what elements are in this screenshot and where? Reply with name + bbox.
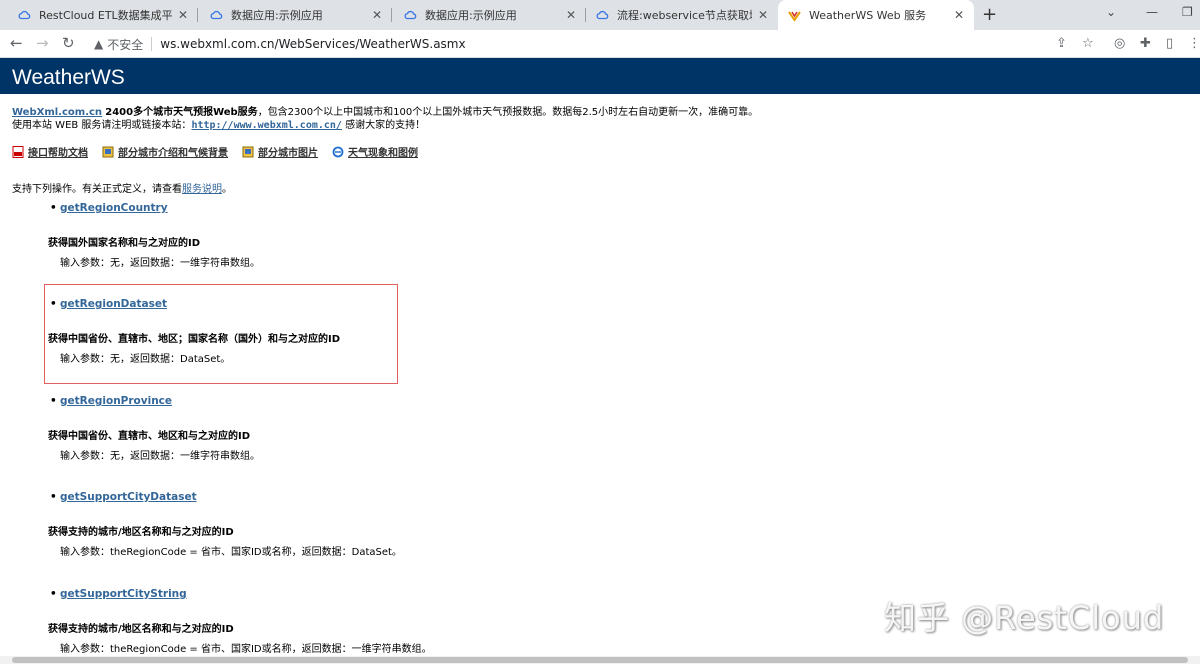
link-city-intro[interactable]: 部分城市介绍和气候背景 [102, 144, 228, 159]
link-weather-legend[interactable]: 天气现象和图例 [332, 144, 418, 159]
operation-link-getSupportCityDataset[interactable]: getSupportCityDataset [50, 491, 197, 503]
sidebar-icon[interactable]: ▯ [1166, 36, 1173, 51]
link-label[interactable]: 部分城市介绍和气候背景 [118, 144, 228, 159]
intro-line2-suffix: 感谢大家的支持！ [341, 120, 426, 131]
tab-title: WeatherWS Web 服务 [809, 9, 927, 22]
support-prefix: 支持下列操作。有关正式定义，请查看 [12, 184, 182, 195]
operation-title: 获得中国省份、直辖市、地区和与之对应的ID [48, 431, 251, 442]
cloud-icon [404, 9, 417, 22]
address-bar: ← → ↻ ▲ 不安全 ws.webxml.com.cn/WebServices… [0, 30, 1200, 58]
link-label[interactable]: 接口帮助文档 [28, 144, 88, 159]
operation-link-getSupportCityString[interactable]: getSupportCityString [50, 588, 187, 600]
tab-title: 数据应用:示例应用 [425, 9, 517, 22]
extension-circle-icon[interactable]: ◎ [1114, 36, 1125, 51]
new-tab-button[interactable]: + [982, 4, 997, 25]
close-tab-icon[interactable]: ✕ [372, 8, 382, 22]
cloud-icon [18, 9, 31, 22]
weather-icon [788, 9, 801, 22]
restore-icon[interactable]: ❐ [1182, 5, 1193, 19]
share-icon[interactable]: ⇪ [1056, 36, 1067, 51]
intro-text: WebXml.com.cn 2400多个城市天气预报Web服务，包含2300个以… [12, 106, 1192, 132]
support-line: 支持下列操作。有关正式定义，请查看服务说明。 [12, 180, 232, 195]
webxml-url-link[interactable]: http://www.webxml.com.cn/ [191, 120, 342, 131]
puzzle-icon[interactable]: ✚ [1140, 36, 1151, 51]
back-icon[interactable]: ← [10, 34, 23, 52]
watermark: 知乎 @RestCloud [884, 599, 1165, 637]
link-label[interactable]: 天气现象和图例 [348, 144, 418, 159]
operation-link-getRegionCountry[interactable]: getRegionCountry [50, 202, 168, 214]
close-tab-icon[interactable]: ✕ [758, 8, 768, 22]
tab-title: 流程:webservice节点获取城市列 [617, 9, 752, 22]
book-icon [102, 146, 114, 158]
cloud-icon [596, 9, 609, 22]
url-text[interactable]: ws.webxml.com.cn/WebServices/WeatherWS.a… [160, 37, 465, 51]
service-description-link[interactable]: 服务说明 [182, 184, 222, 195]
highlight-box [44, 284, 398, 384]
resource-links: 接口帮助文档 部分城市介绍和气候背景 部分城市图片 天气现象和图例 [12, 144, 432, 159]
star-icon[interactable]: ☆ [1082, 36, 1094, 51]
tab-data-app-1[interactable]: 数据应用:示例应用 ✕ [200, 0, 392, 30]
page-content: WebXml.com.cn 2400多个城市天气预报Web服务，包含2300个以… [12, 106, 1192, 655]
omnibox[interactable]: ▲ 不安全 ws.webxml.com.cn/WebServices/Weath… [88, 33, 1108, 55]
book-icon [242, 146, 254, 158]
cloud-icon [210, 9, 223, 22]
page-title: WeatherWS [12, 66, 125, 89]
scrollbar-thumb[interactable] [12, 657, 1188, 663]
intro-line2-prefix: 使用本站 WEB 服务请注明或链接本站： [12, 120, 192, 131]
intro-headline: 2400多个城市天气预报Web服务 [105, 107, 258, 118]
operation-desc: 输入参数：无，返回数据：一维字符串数组。 [60, 451, 260, 462]
tab-process-webservice[interactable]: 流程:webservice节点获取城市列 ✕ [586, 0, 778, 30]
operation-title: 获得支持的城市/地区名称和与之对应的ID [48, 624, 234, 635]
tab-weatherws[interactable]: WeatherWS Web 服务 ✕ [778, 0, 974, 30]
minimize-icon[interactable]: — [1146, 5, 1158, 19]
support-suffix: 。 [222, 184, 232, 195]
chevron-down-icon[interactable]: ⌄ [1106, 5, 1116, 19]
pdf-icon [12, 145, 24, 158]
close-tab-icon[interactable]: ✕ [566, 8, 576, 22]
close-tab-icon[interactable]: ✕ [178, 8, 188, 22]
tab-bar: RestCloud ETL数据集成平台 ✕ 数据应用:示例应用 ✕ 数据应用:示… [0, 0, 1200, 30]
operation-link-getRegionProvince[interactable]: getRegionProvince [50, 395, 172, 407]
tab-title: RestCloud ETL数据集成平台 [39, 9, 172, 22]
tab-title: 数据应用:示例应用 [231, 9, 323, 22]
site-link[interactable]: WebXml.com.cn [12, 107, 102, 118]
operation-desc: 输入参数：无，返回数据：一维字符串数组。 [60, 258, 260, 269]
operation-title: 获得支持的城市/地区名称和与之对应的ID [48, 527, 234, 538]
page-banner: WeatherWS [0, 58, 1200, 94]
close-tab-icon[interactable]: ✕ [954, 8, 964, 22]
reload-icon[interactable]: ↻ [62, 34, 75, 52]
intro-text-1: ，包含2300个以上中国城市和100个以上国外城市天气预报数据。数据每2.5小时… [257, 107, 759, 118]
warning-icon[interactable]: ▲ [94, 37, 103, 51]
operation-desc: 输入参数：theRegionCode = 省市、国家ID或名称，返回数据：一维字… [60, 644, 432, 655]
link-city-images[interactable]: 部分城市图片 [242, 144, 318, 159]
forward-icon[interactable]: → [36, 34, 49, 52]
link-label[interactable]: 部分城市图片 [258, 144, 318, 159]
tab-restcloud-etl[interactable]: RestCloud ETL数据集成平台 ✕ [8, 0, 198, 30]
horizontal-scrollbar[interactable] [0, 656, 1200, 664]
ie-icon [332, 146, 344, 158]
tab-data-app-2[interactable]: 数据应用:示例应用 ✕ [394, 0, 586, 30]
link-help-doc[interactable]: 接口帮助文档 [12, 144, 88, 159]
security-label[interactable]: 不安全 [107, 36, 143, 53]
menu-icon[interactable]: ⋮ [1188, 36, 1200, 51]
operation-desc: 输入参数：theRegionCode = 省市、国家ID或名称，返回数据：Dat… [60, 547, 402, 558]
operation-title: 获得国外国家名称和与之对应的ID [48, 238, 201, 249]
